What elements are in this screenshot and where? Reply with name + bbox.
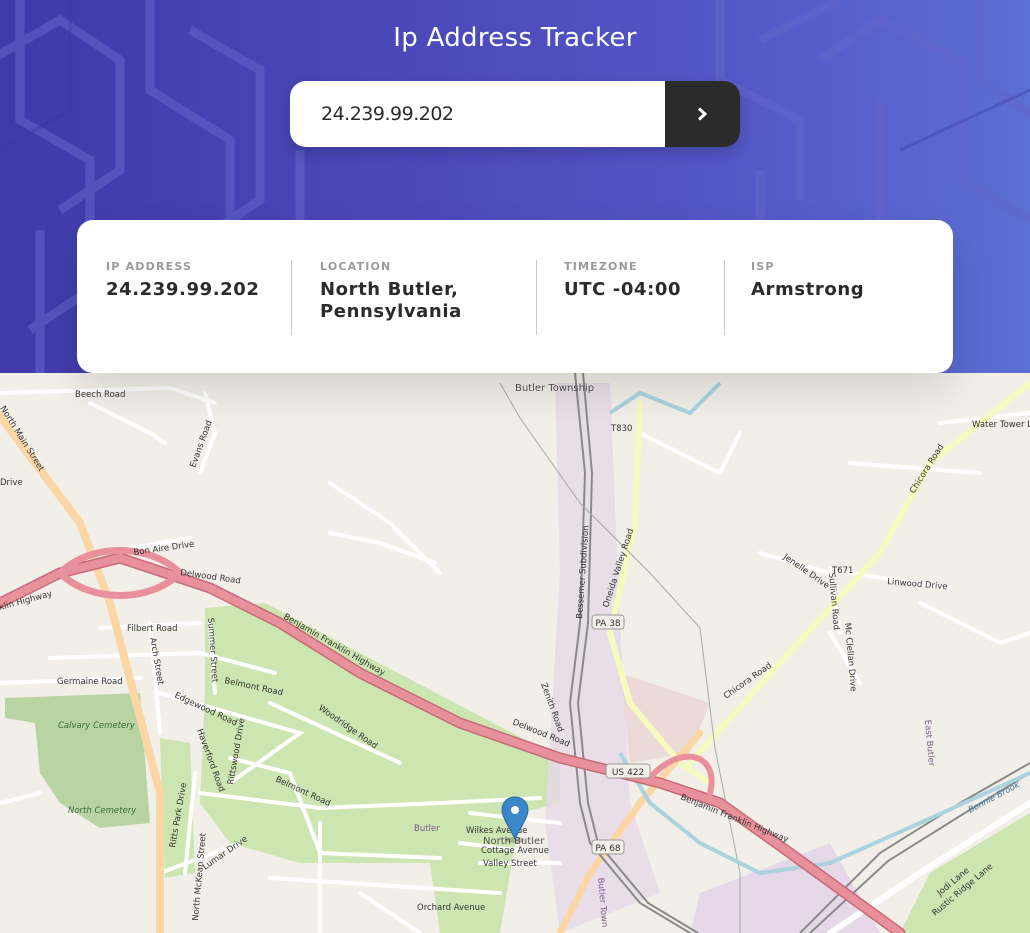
svg-text:PA 68: PA 68	[595, 844, 621, 854]
info-location: LOCATION North Butler, Pennsylvania	[291, 260, 536, 373]
info-label: TIMEZONE	[564, 260, 638, 273]
info-label: ISP	[751, 260, 775, 273]
search-bar	[290, 81, 740, 147]
label-cottage-avenue: Cottage Avenue	[481, 846, 549, 856]
label-water-tower-lane: Water Tower La	[972, 420, 1030, 430]
label-filbert-road: Filbert Road	[127, 624, 177, 634]
page-title: Ip Address Tracker	[393, 23, 637, 53]
info-ip-address: IP ADDRESS 24.239.99.202	[77, 260, 291, 373]
label-butler-township: Butler Township	[515, 383, 594, 394]
ip-search-input[interactable]	[290, 81, 665, 147]
info-isp: ISP Armstrong	[724, 260, 953, 373]
info-label: IP ADDRESS	[106, 260, 193, 273]
info-label: LOCATION	[320, 260, 392, 273]
info-value: 24.239.99.202	[106, 279, 260, 300]
info-value: North Butler, Pennsylvania	[320, 279, 462, 322]
label-orchard-avenue: Orchard Avenue	[417, 903, 485, 913]
info-value: UTC -04:00	[564, 279, 682, 300]
label-valley-street: Valley Street	[483, 859, 538, 869]
svg-text:PA 38: PA 38	[595, 619, 621, 629]
label-butler: Butler	[414, 824, 440, 834]
info-value: Armstrong	[751, 279, 865, 300]
route-shield-pa68: PA 68	[591, 839, 625, 855]
map-view[interactable]: PA 38 US 422 PA 68 Butler Township Beech…	[0, 373, 1030, 933]
route-shield-pa38: PA 38	[591, 614, 625, 630]
label-calvary-cemetery: Calvary Cemetery	[58, 721, 136, 731]
label-north-cemetery: North Cemetery	[68, 806, 137, 816]
ip-info-card: IP ADDRESS 24.239.99.202 LOCATION North …	[77, 220, 953, 373]
info-timezone: TIMEZONE UTC -04:00	[536, 260, 724, 373]
svg-text:US 422: US 422	[612, 768, 644, 778]
label-beech-road: Beech Road	[75, 390, 125, 400]
label-t830: T830	[610, 424, 632, 434]
label-drive-left: Drive	[0, 478, 23, 488]
chevron-right-icon	[697, 107, 708, 121]
route-shield-us422: US 422	[605, 763, 651, 779]
search-submit-button[interactable]	[665, 81, 740, 147]
label-germaine-road: Germaine Road	[57, 677, 123, 687]
